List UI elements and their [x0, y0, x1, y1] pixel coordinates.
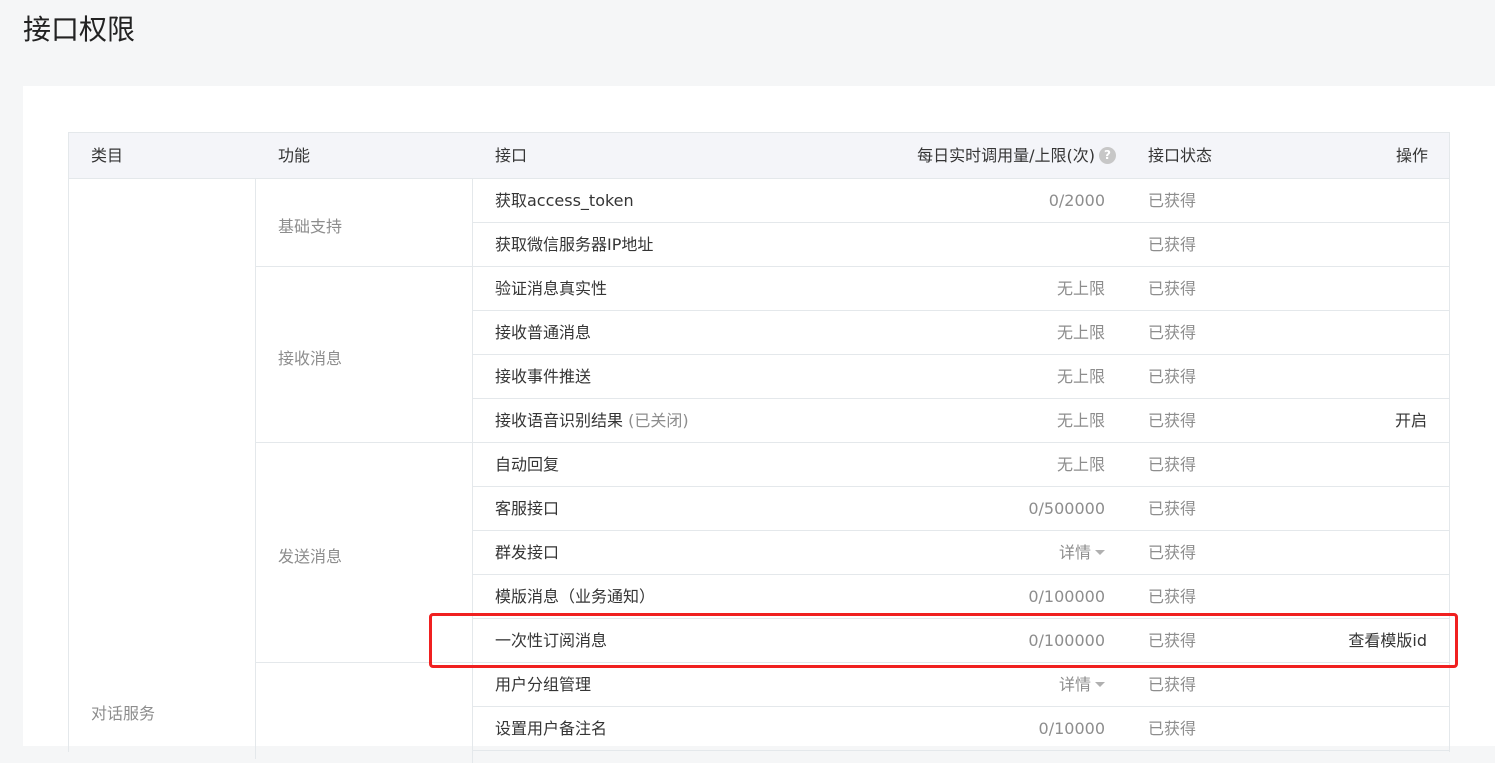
quota-value: 0/2000: [1049, 179, 1105, 222]
header-category: 类目: [91, 146, 124, 165]
table-row: 群发接口 详情 已获得: [473, 531, 1449, 575]
status-text: 已获得: [1148, 411, 1197, 430]
table-row: 客服接口 0/500000 已获得: [473, 487, 1449, 531]
interface-name: 接收普通消息: [495, 311, 591, 354]
interface-name: 接收语音识别结果 (已关闭): [495, 399, 689, 442]
status-text: 已获得: [1148, 191, 1197, 210]
status-text: 已获得: [1148, 499, 1197, 518]
interface-name-text: 客服接口: [495, 499, 560, 518]
interface-name: 获取access_token: [495, 179, 634, 222]
status-text: 已获得: [1148, 631, 1197, 650]
interface-name-text: 自动回复: [495, 455, 560, 474]
function-label: 发送消息: [278, 547, 343, 566]
quota-value: 无上限: [1057, 355, 1105, 398]
table-row: 接收语音识别结果 (已关闭) 无上限 已获得 开启: [473, 399, 1449, 443]
quota-detail-dropdown[interactable]: 详情: [1059, 531, 1105, 574]
header-status: 接口状态: [1148, 146, 1213, 165]
quota-value: 0/100000: [1028, 575, 1105, 618]
interface-name-text: 一次性订阅消息: [495, 631, 608, 650]
quota-text: 0/2000: [1048, 191, 1105, 210]
status-text: 已获得: [1148, 367, 1197, 386]
interface-name-text: 模版消息（业务通知）: [495, 587, 656, 606]
interface-name: 客服接口: [495, 487, 559, 530]
quota-value: 无上限: [1057, 443, 1105, 486]
status-text: 已获得: [1148, 455, 1197, 474]
quota-text: 详情: [1058, 675, 1091, 694]
table-row: 验证消息真实性 无上限 已获得: [473, 267, 1449, 311]
table-row: 获取微信服务器IP地址 已获得: [473, 223, 1449, 267]
table-row: 接收普通消息 无上限 已获得: [473, 311, 1449, 355]
table-row: 模版消息（业务通知） 0/100000 已获得: [473, 575, 1449, 619]
caret-down-icon: [1095, 550, 1105, 555]
quota-value: 无上限: [1057, 399, 1105, 442]
category-cell: 对话服务: [69, 179, 256, 759]
quota-text: 0/500000: [1028, 499, 1105, 518]
quota-text: 0/100000: [1028, 587, 1105, 606]
interface-name: 自动回复: [495, 443, 559, 486]
status-text: 已获得: [1148, 235, 1197, 254]
table-row: 用户分组管理 详情 已获得: [473, 663, 1449, 707]
table-row: 自动回复 无上限 已获得: [473, 443, 1449, 487]
interface-name-text: 群发接口: [495, 543, 560, 562]
quota-text: 详情: [1058, 543, 1091, 562]
interface-name-text: 验证消息真实性: [495, 279, 608, 298]
status-text: 已获得: [1148, 323, 1197, 342]
quota-text: 无上限: [1056, 279, 1105, 298]
table-row: 设置用户备注名 0/10000 已获得: [473, 707, 1449, 751]
interface-name-text: 用户分组管理: [495, 675, 592, 694]
caret-down-icon: [1095, 682, 1105, 687]
interface-note: (已关闭): [623, 411, 689, 430]
page-title: 接口权限: [23, 13, 136, 46]
interface-name-text: 接收事件推送: [495, 367, 592, 386]
status-text: 已获得: [1148, 587, 1197, 606]
interface-permission-table: 类目 功能 接口 每日实时调用量/上限(次)? 接口状态 操作 对话服务 基础支…: [68, 132, 1450, 763]
header-function: 功能: [278, 146, 311, 165]
interface-name: 模版消息（业务通知）: [495, 575, 655, 618]
interface-name: 验证消息真实性: [495, 267, 607, 310]
interface-name-text: 接收普通消息: [495, 323, 592, 342]
quota-value: 无上限: [1057, 311, 1105, 354]
question-icon[interactable]: ?: [1099, 146, 1116, 164]
quota-text: 无上限: [1056, 367, 1105, 386]
function-cell-send: 发送消息: [256, 443, 473, 663]
header-quota: 每日实时调用量/上限(次)?: [917, 133, 1116, 178]
quota-value: 0/500000: [1028, 487, 1105, 530]
quota-value: 无上限: [1057, 267, 1105, 310]
function-cell-receive: 接收消息: [256, 267, 473, 443]
interface-name: 一次性订阅消息: [495, 619, 607, 662]
function-label: 基础支持: [278, 217, 343, 236]
table-row: 接收事件推送 无上限 已获得: [473, 355, 1449, 399]
table-header: 类目 功能 接口 每日实时调用量/上限(次)? 接口状态 操作: [69, 133, 1449, 179]
interface-name: 用户分组管理: [495, 663, 591, 706]
table-row: 一次性订阅消息 0/100000 已获得 查看模版id: [473, 619, 1449, 663]
function-cell-user: [256, 663, 473, 763]
header-operation: 操作: [1395, 146, 1428, 165]
interface-name-text: 获取微信服务器IP地址: [495, 235, 654, 254]
interface-name-text: 获取access_token: [495, 191, 634, 210]
quota-value: 0/100000: [1028, 619, 1105, 662]
quota-text: 无上限: [1056, 323, 1105, 342]
header-interface: 接口: [495, 146, 528, 165]
status-text: 已获得: [1148, 543, 1197, 562]
operation-link[interactable]: 查看模版id: [1348, 619, 1427, 662]
quota-text: 0/100000: [1028, 631, 1105, 650]
operation-link[interactable]: 开启: [1395, 399, 1427, 442]
interface-name: 群发接口: [495, 531, 559, 574]
quota-detail-dropdown[interactable]: 详情: [1059, 663, 1105, 706]
status-text: 已获得: [1148, 279, 1197, 298]
quota-text: 无上限: [1056, 455, 1105, 474]
function-cell-basic: 基础支持: [256, 179, 473, 267]
status-text: 已获得: [1148, 675, 1197, 694]
category-label: 对话服务: [91, 704, 156, 723]
interface-name: 获取微信服务器IP地址: [495, 223, 653, 266]
interface-name-text: 接收语音识别结果: [495, 411, 624, 430]
interface-name: 接收事件推送: [495, 355, 591, 398]
header-quota-label: 每日实时调用量/上限(次): [917, 146, 1095, 165]
table-row: 获取access_token 0/2000 已获得: [473, 179, 1449, 223]
function-label: 接收消息: [278, 349, 343, 368]
quota-text: 无上限: [1056, 411, 1105, 430]
